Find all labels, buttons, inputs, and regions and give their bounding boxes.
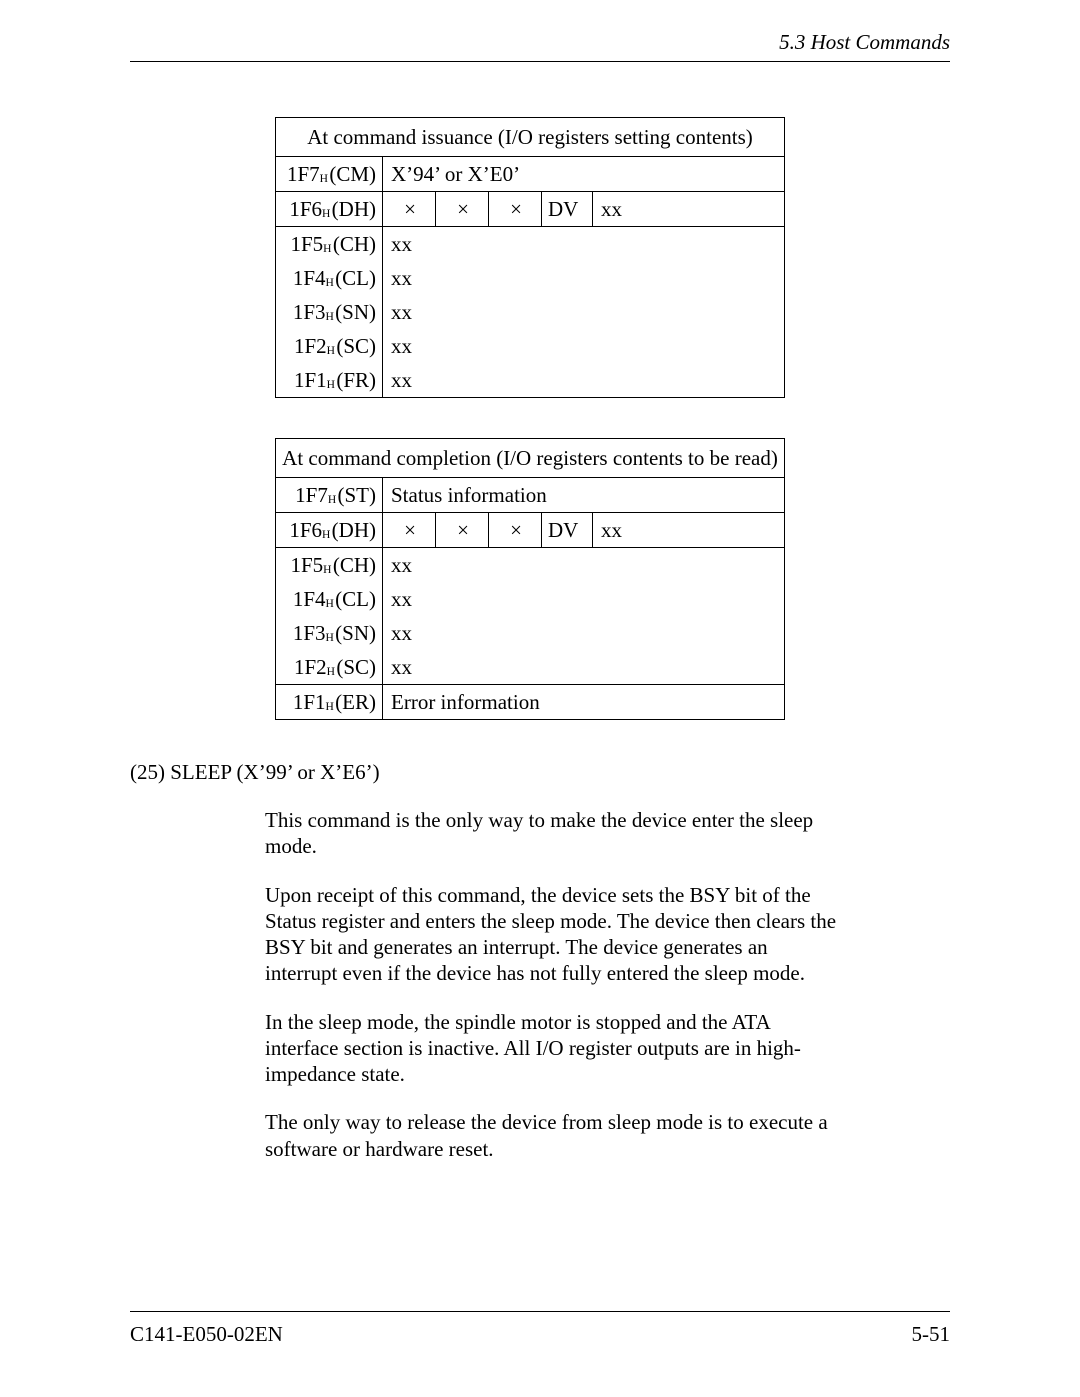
issuance-1f3-val: xx [383, 295, 785, 329]
completion-caption: At command completion (I/O registers con… [276, 439, 785, 478]
issuance-1f6-dv: DV [542, 192, 593, 227]
completion-1f2-val: xx [383, 650, 785, 685]
completion-1f4-val: xx [383, 582, 785, 616]
completion-1f7-val: Status information [383, 478, 785, 513]
completion-1f6-b1: × [436, 513, 489, 548]
completion-reg-1f6: 1F6H(DH) [276, 513, 383, 548]
issuance-1f7-val: X’94’ or X’E0’ [383, 157, 785, 192]
completion-reg-1f7: 1F7H(ST) [276, 478, 383, 513]
issuance-reg-1f7: 1F7H(CM) [276, 157, 383, 192]
completion-1f6-rest: xx [593, 513, 785, 548]
completion-reg-1f5: 1F5H(CH) [276, 548, 383, 583]
completion-1f5-val: xx [383, 548, 785, 583]
issuance-reg-1f1: 1F1H(FR) [276, 363, 383, 398]
issuance-caption: At command issuance (I/O registers setti… [276, 118, 785, 157]
header-section-title: 5.3 Host Commands [130, 30, 950, 61]
section-25-p1: This command is the only way to make the… [265, 807, 845, 860]
completion-reg-1f2: 1F2H(SC) [276, 650, 383, 685]
footer-page-number: 5-51 [912, 1322, 951, 1347]
completion-reg-1f1: 1F1H(ER) [276, 685, 383, 720]
section-25-heading: (25) SLEEP (X’99’ or X’E6’) [130, 760, 950, 785]
completion-1f1-val: Error information [383, 685, 785, 720]
section-25-p2: Upon receipt of this command, the device… [265, 882, 845, 987]
issuance-1f1-val: xx [383, 363, 785, 398]
issuance-1f6-b1: × [436, 192, 489, 227]
completion-1f6-b2: × [489, 513, 542, 548]
table-issuance: At command issuance (I/O registers setti… [275, 117, 785, 398]
issuance-reg-1f6: 1F6H(DH) [276, 192, 383, 227]
issuance-1f4-val: xx [383, 261, 785, 295]
table-completion: At command completion (I/O registers con… [275, 438, 785, 720]
section-25-p4: The only way to release the device from … [265, 1109, 845, 1162]
footer-rule [130, 1311, 950, 1312]
issuance-1f6-b0: × [383, 192, 436, 227]
page-footer: C141-E050-02EN 5-51 [130, 1311, 950, 1347]
completion-reg-1f4: 1F4H(CL) [276, 582, 383, 616]
completion-1f3-val: xx [383, 616, 785, 650]
completion-reg-1f3: 1F3H(SN) [276, 616, 383, 650]
completion-1f6-b0: × [383, 513, 436, 548]
issuance-reg-1f2: 1F2H(SC) [276, 329, 383, 363]
issuance-reg-1f3: 1F3H(SN) [276, 295, 383, 329]
issuance-1f2-val: xx [383, 329, 785, 363]
issuance-1f6-rest: xx [593, 192, 785, 227]
footer-doc-id: C141-E050-02EN [130, 1322, 283, 1347]
issuance-1f6-b2: × [489, 192, 542, 227]
issuance-reg-1f5: 1F5H(CH) [276, 227, 383, 262]
completion-1f6-dv: DV [542, 513, 593, 548]
section-25-p3: In the sleep mode, the spindle motor is … [265, 1009, 845, 1088]
issuance-1f5-val: xx [383, 227, 785, 262]
section-25-body: This command is the only way to make the… [265, 807, 845, 1162]
issuance-reg-1f4: 1F4H(CL) [276, 261, 383, 295]
